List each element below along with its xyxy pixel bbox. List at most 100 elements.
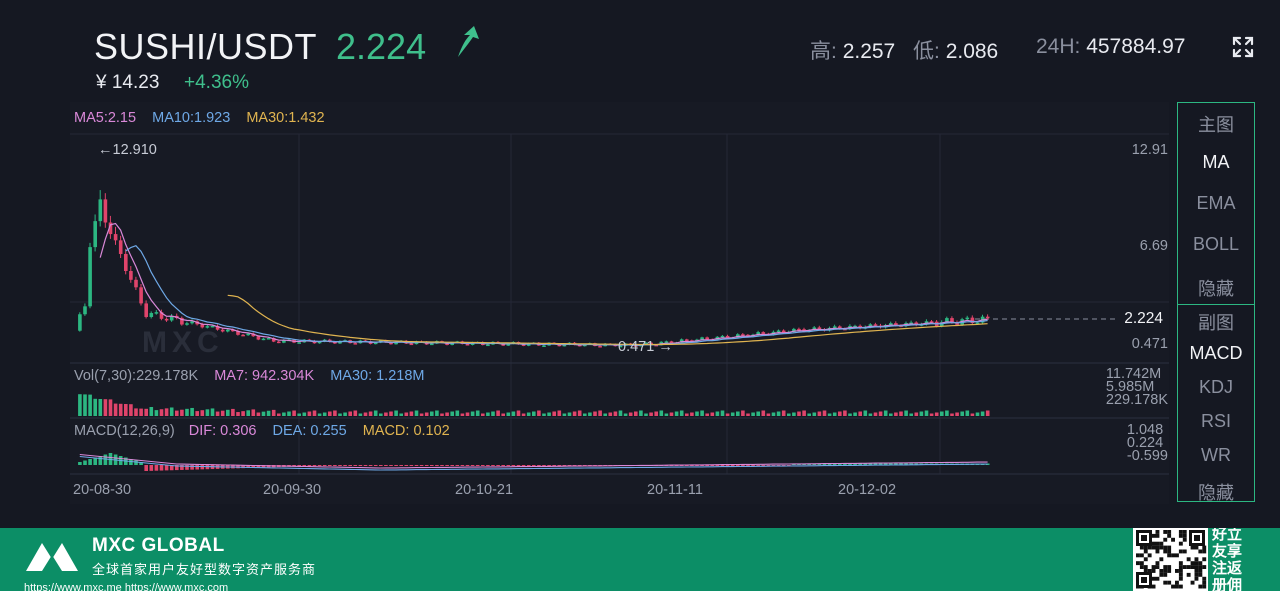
volume-bar — [113, 403, 118, 416]
qr-module — [1143, 557, 1148, 562]
volume-bar — [623, 413, 628, 416]
indicator-macd-button[interactable]: MACD — [1178, 343, 1254, 364]
volume-bar — [583, 413, 587, 416]
volume-bar — [93, 398, 97, 416]
qr-module — [1151, 569, 1156, 573]
macd-bar — [353, 465, 358, 466]
candle — [542, 344, 546, 347]
qr-module — [1198, 569, 1203, 573]
macd-bar — [317, 465, 322, 466]
candle-body — [88, 247, 92, 307]
ma30-legend: MA30:1.432 — [246, 110, 325, 126]
volume-bar — [940, 411, 944, 416]
volume-bar — [929, 413, 934, 416]
candle-body — [241, 334, 245, 337]
volume-bar — [802, 410, 806, 416]
macd-bar — [159, 465, 164, 471]
macd-bar — [537, 465, 541, 466]
register-rebate-label[interactable]: 好立友享注返册佣 — [1212, 528, 1252, 591]
candle — [98, 190, 103, 227]
x-axis-label: 20-09-30 — [263, 482, 322, 498]
kline-chart[interactable]: MXC MA5:2.15 MA10:1.923 MA30:1.432 ←12.9… — [70, 102, 1169, 504]
qr-module — [1139, 545, 1144, 550]
indicator-ma-button[interactable]: MA — [1178, 152, 1254, 173]
macd-bar — [460, 465, 465, 466]
volume-bar — [853, 412, 857, 416]
candle — [134, 276, 138, 290]
volume-bar — [771, 412, 776, 416]
promo-banner[interactable]: MXC GLOBAL 全球首家用户友好型数字资产服务商 https://www.… — [0, 528, 1280, 591]
ma5-legend: MA5:2.15 — [74, 110, 137, 126]
volume-bar — [511, 411, 516, 416]
candle — [88, 242, 92, 309]
qr-module — [1163, 565, 1168, 569]
qr-module — [1198, 561, 1203, 566]
macd-bar — [445, 465, 449, 466]
candle — [83, 303, 87, 316]
candle — [124, 248, 128, 275]
candle-body — [93, 221, 97, 248]
volume-bar — [577, 410, 582, 416]
volume-bar — [955, 412, 959, 416]
indicator-rsi-button[interactable]: RSI — [1178, 411, 1254, 432]
macd-bar — [404, 465, 409, 466]
qr-module — [1151, 565, 1156, 569]
max-marker-arrow-icon: ← — [98, 142, 113, 158]
qr-module — [1182, 565, 1187, 569]
volume-bar — [215, 411, 220, 416]
volume-bar — [261, 411, 266, 416]
qr-module — [1186, 557, 1191, 562]
candle-body — [134, 279, 138, 288]
volume-bar — [873, 412, 878, 416]
volume-bar — [832, 412, 837, 416]
volume-bar — [175, 410, 179, 416]
kline-canvas[interactable]: MXC — [70, 102, 1169, 504]
volume-bar — [526, 412, 531, 416]
watermark-text: MXC — [142, 326, 224, 359]
volume-bar — [358, 413, 363, 416]
macd-bar — [379, 465, 383, 466]
price-change: +4.36% — [184, 72, 249, 93]
qr-module — [1190, 545, 1195, 550]
volume-bar — [792, 412, 796, 416]
volume-bar — [822, 410, 827, 416]
macd-bar — [741, 465, 745, 466]
qr-module — [1178, 530, 1183, 534]
volume-bar — [654, 411, 658, 416]
volume-bar — [205, 409, 210, 416]
volume-bar — [730, 412, 735, 416]
indicator-wr-button[interactable]: WR — [1178, 445, 1254, 466]
volume-bar — [685, 413, 689, 416]
qr-module — [1139, 561, 1144, 566]
sub-hide-button[interactable]: 隐藏 — [1178, 479, 1254, 505]
macd-bar — [501, 465, 505, 466]
qr-module — [1167, 565, 1172, 569]
vol-y-min: 229.178K — [1105, 392, 1168, 408]
candle — [164, 317, 169, 322]
macd-bar — [328, 465, 332, 466]
candle-body — [185, 323, 189, 325]
volume-bar — [486, 412, 490, 416]
volume-bar — [103, 399, 108, 416]
macd-bar — [516, 465, 521, 466]
qr-module — [1202, 580, 1207, 585]
max-marker-value: 12.910 — [112, 142, 157, 158]
volume-bar — [934, 412, 939, 416]
volume-bar — [149, 407, 154, 416]
qr-module — [1171, 537, 1175, 542]
qr-code-icon — [1133, 528, 1208, 591]
brand-urls[interactable]: https://www.mxc.me https://www.mxc.com — [24, 582, 228, 591]
indicator-kdj-button[interactable]: KDJ — [1178, 377, 1254, 398]
main-hide-button[interactable]: 隐藏 — [1178, 275, 1254, 301]
indicator-boll-button[interactable]: BOLL — [1178, 234, 1254, 255]
qr-finder-dot — [1194, 535, 1200, 541]
macd-bar — [736, 465, 740, 466]
qr-module — [1139, 565, 1144, 569]
indicator-ema-button[interactable]: EMA — [1178, 193, 1254, 214]
volume-bar — [271, 409, 276, 416]
volume-legend: Vol(7,30):229.178K MA7: 942.304K MA30: 1… — [74, 368, 425, 384]
fullscreen-icon[interactable] — [1232, 36, 1254, 58]
qr-module — [1163, 569, 1168, 573]
qr-module — [1155, 549, 1160, 554]
volume-bar — [720, 410, 725, 416]
